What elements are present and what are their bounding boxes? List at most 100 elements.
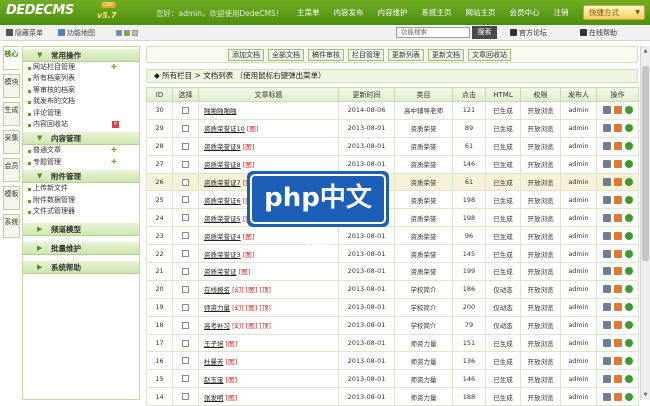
preview-icon[interactable] [624, 249, 633, 258]
menu-item-articles[interactable]: 普通文章 ✚ [23, 145, 139, 156]
view-icon[interactable] [602, 321, 611, 330]
row-checkbox[interactable] [182, 339, 189, 347]
row-checkbox[interactable] [182, 124, 189, 132]
preview-icon[interactable] [624, 231, 633, 240]
tab-modules[interactable]: 模块 [3, 74, 20, 98]
add-icon[interactable]: ✚ [111, 158, 119, 166]
edit-icon[interactable] [613, 160, 622, 169]
row-title-link[interactable]: 资质荣誉证4 [204, 233, 241, 241]
menu-section-batch[interactable]: ▶ 批量维护 [23, 242, 139, 256]
scroll-up-icon[interactable]: ▲ [642, 47, 649, 55]
view-icon[interactable] [602, 213, 611, 222]
preview-icon[interactable] [624, 178, 633, 186]
row-category[interactable]: 学校简介 [394, 315, 453, 335]
forum-link[interactable]: 官方论坛 [510, 28, 547, 38]
row-title-link[interactable]: 资质荣誉证7 [204, 179, 241, 187]
row-category[interactable]: 资质荣誉 [394, 154, 453, 174]
row-title-link[interactable]: 杜曼芳 [204, 358, 224, 366]
row-title-link[interactable]: 张发明 [204, 394, 224, 402]
vertical-scrollbar[interactable]: ▲ ▼ [640, 46, 650, 400]
row-checkbox[interactable] [182, 160, 189, 168]
row-category[interactable]: 资质荣誉 [394, 262, 453, 281]
preview-icon[interactable] [624, 356, 633, 365]
trash-icon[interactable]: ✕ [112, 120, 119, 128]
table-row[interactable]: 19 师资力量 [幻] [图] [顶] 2013-08-01 学校简介 200 仅动态 开放… [146, 297, 639, 317]
menu-section-common[interactable]: ▼ 常用操作 [23, 49, 139, 62]
preview-icon[interactable] [624, 267, 633, 276]
menu-item-column-manage[interactable]: 网站栏目管理 ✚ [23, 62, 139, 73]
all-docs-button[interactable]: 全部文档 [268, 48, 304, 61]
edit-icon[interactable] [613, 321, 622, 330]
nav-maintain[interactable]: 内容维护 [371, 0, 415, 25]
view-icon[interactable] [602, 267, 611, 276]
menu-item-topics[interactable]: 专题管理 ✚ [23, 157, 139, 168]
edit-icon[interactable] [613, 303, 622, 312]
row-checkbox[interactable] [182, 357, 189, 365]
edit-icon[interactable] [613, 106, 622, 115]
col-time[interactable]: 更新时间 [338, 87, 395, 102]
tab-members[interactable]: 会员 [3, 158, 20, 182]
nav-logout[interactable]: 注销 [547, 0, 576, 25]
edit-icon[interactable] [613, 374, 622, 383]
menu-section-content[interactable]: ▼ 内容管理 [23, 132, 139, 146]
preview-icon[interactable] [624, 160, 633, 169]
tab-generate[interactable]: 生成 [3, 102, 20, 126]
row-title-link[interactable]: 资质荣誉证10 [204, 125, 245, 133]
row-category[interactable]: 资质荣誉 [394, 118, 453, 138]
row-checkbox[interactable] [182, 285, 189, 293]
view-icon[interactable] [602, 285, 611, 294]
article-recycle-button[interactable]: 文章回收站 [468, 48, 511, 61]
view-icon[interactable] [602, 106, 611, 115]
table-row[interactable]: 25资质荣誉证6 [图]2013-08-01资质荣誉198已生成开放浏览admi… [146, 190, 639, 210]
row-title-link[interactable]: 啪啪啪啪啪 [204, 107, 237, 115]
edit-icon[interactable] [613, 231, 622, 240]
row-category[interactable]: 师资力量 [394, 333, 453, 353]
table-row[interactable]: 26资质荣誉证7 [图]2013-08-01资质荣誉61已生成开放浏览admin [146, 172, 639, 192]
edit-icon[interactable] [613, 213, 622, 222]
row-checkbox[interactable] [182, 250, 189, 258]
table-row[interactable]: 20 在线报名 [幻] [图] [顶] 2013-08-01 学校简介 186 仅动态 开放… [146, 279, 639, 299]
quick-access-button[interactable]: 快捷方式 ▼ [583, 5, 645, 20]
row-category[interactable]: 资质荣誉 [394, 208, 453, 228]
preview-icon[interactable] [624, 303, 633, 312]
view-icon[interactable] [602, 124, 611, 133]
view-icon[interactable] [602, 303, 611, 312]
add-icon[interactable]: ✚ [111, 64, 119, 71]
table-row[interactable]: 18 高考补习 [幻] [图] [顶] 2013-08-01 学校简介 79 仅动态 开放浏… [146, 315, 639, 335]
row-category[interactable]: 学校简介 [394, 279, 453, 299]
menu-item-pending-docs[interactable]: 等审核的档案 [23, 85, 139, 96]
table-row[interactable]: 21 资质荣誉证 [图] 2013-08-01 资质荣誉 199 已生成 开放浏览 admin [146, 262, 639, 281]
row-category[interactable]: 高中辅导老师 [394, 101, 453, 120]
theme-swatch-blue[interactable] [116, 30, 122, 36]
row-category[interactable]: 师资力量 [394, 387, 453, 406]
edit-icon[interactable] [613, 339, 622, 348]
preview-icon[interactable] [624, 392, 633, 401]
nav-member-center[interactable]: 会员中心 [503, 0, 547, 25]
edit-icon[interactable] [613, 178, 622, 186]
hide-menu-button[interactable]: 隐藏菜单 [6, 28, 43, 38]
preview-icon[interactable] [624, 195, 633, 204]
menu-item-all-docs[interactable]: 所有档案列表 [23, 73, 139, 84]
nav-main-menu[interactable]: 主菜单 [290, 0, 327, 25]
row-title-link[interactable]: 资质荣誉证 [204, 268, 237, 276]
row-category[interactable]: 学校简介 [394, 297, 453, 317]
menu-item-upload[interactable]: 上传新文件 [23, 183, 139, 194]
row-title-link[interactable]: 师资力量 [204, 304, 230, 312]
table-row[interactable]: 29 资质荣誉证10 [图] 2013-08-01 资质荣誉 89 已生成 开放浏览 admi… [146, 118, 639, 138]
row-checkbox[interactable] [182, 106, 189, 114]
table-row[interactable]: 22 资质荣誉证3 [图] 2013-08-01 资质荣誉 145 已生成 开放浏览 admi… [146, 244, 639, 264]
menu-item-comments[interactable]: 评论管理 [23, 108, 139, 119]
help-link[interactable]: 在线帮助 [580, 28, 617, 38]
row-title-link[interactable]: 资质荣誉证5 [204, 215, 241, 223]
row-category[interactable]: 资质荣誉 [394, 136, 453, 156]
table-row[interactable]: 23 资质荣誉证4 [图] 2013-08-01 资质荣誉 96 已生成 开放浏览 admin [146, 226, 639, 246]
row-category[interactable]: 资质荣誉 [394, 244, 453, 264]
menu-section-help[interactable]: ▶ 系统帮助 [23, 261, 139, 275]
edit-icon[interactable] [613, 195, 622, 204]
row-checkbox[interactable] [182, 375, 189, 383]
menu-item-attachment-data[interactable]: 附件数据管理 [23, 195, 139, 206]
edit-icon[interactable] [613, 285, 622, 294]
row-title-link[interactable]: 在线报名 [204, 286, 230, 294]
view-icon[interactable] [602, 374, 611, 383]
scroll-down-icon[interactable]: ▼ [642, 391, 649, 399]
